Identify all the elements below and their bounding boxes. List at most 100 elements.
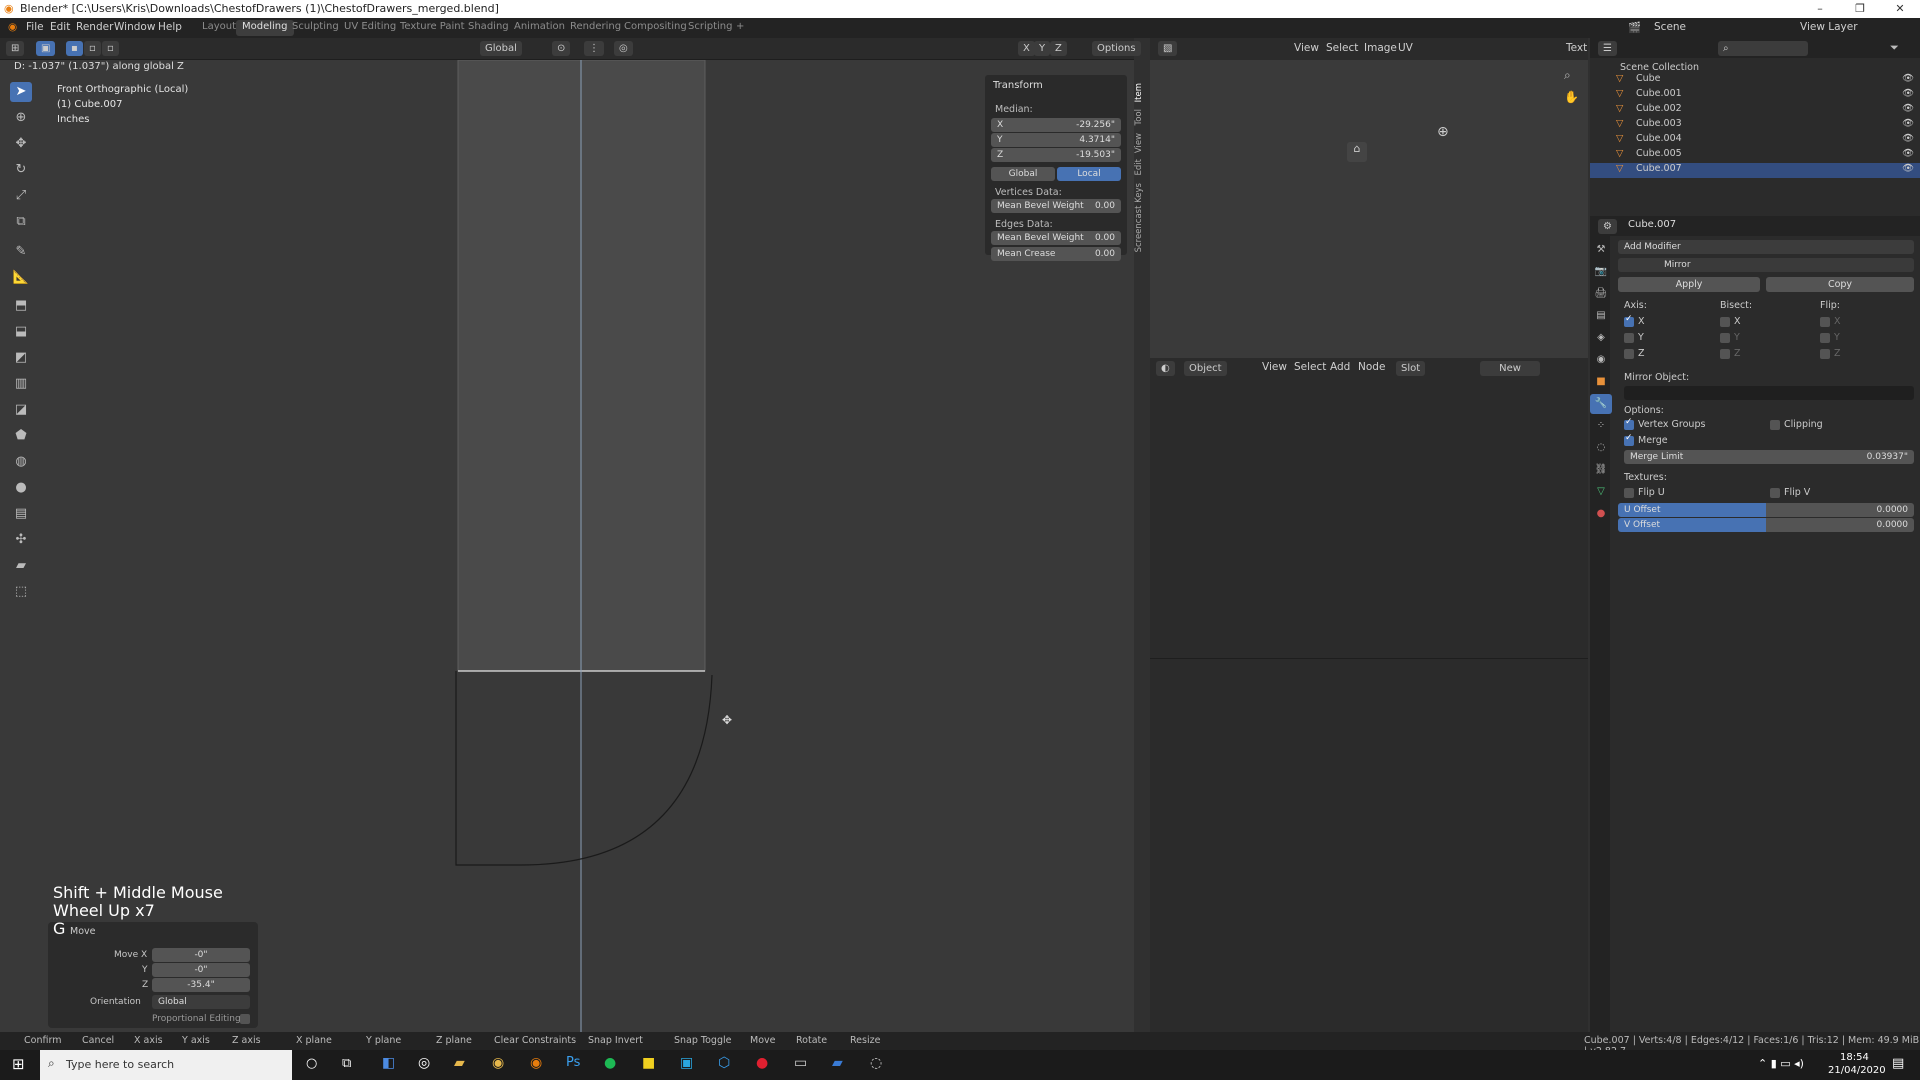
outliner-item-cube-003[interactable]: ▽ Cube.003 👁: [1590, 118, 1920, 133]
editor-type-button[interactable]: ▧: [1158, 41, 1178, 56]
outliner-item-cube[interactable]: ▽ Cube 👁: [1590, 73, 1920, 88]
v-offset-slider[interactable]: V Offset 0.0000: [1618, 518, 1914, 532]
knife-tool-icon[interactable]: ◪: [10, 400, 32, 420]
flip-u-checkbox[interactable]: [1624, 488, 1634, 498]
visibility-eye-icon[interactable]: 👁: [1902, 118, 1914, 129]
pivot-icon[interactable]: ⊙: [552, 41, 571, 56]
proportional-icon[interactable]: ◎: [614, 41, 633, 56]
data-tab-icon[interactable]: ▽: [1590, 482, 1612, 502]
menu-window[interactable]: Window: [114, 21, 155, 33]
app-icon-1[interactable]: ◧: [382, 1055, 395, 1071]
move-z-field[interactable]: -35.4": [152, 978, 250, 992]
outliner-search-input[interactable]: ⌕: [1718, 41, 1808, 56]
shear-tool-icon[interactable]: ▰: [10, 556, 32, 576]
axis-z-checkbox[interactable]: [1624, 349, 1634, 359]
filter-icon[interactable]: ⏷: [1890, 41, 1899, 55]
file-explorer-icon[interactable]: ▰: [454, 1055, 465, 1071]
mirror-z[interactable]: Z: [1050, 41, 1067, 56]
rotate-tool-icon[interactable]: ↻: [10, 160, 32, 180]
menu-add[interactable]: Add: [1330, 361, 1350, 373]
visibility-eye-icon[interactable]: 👁: [1902, 73, 1914, 84]
move-tool-icon[interactable]: ✥: [10, 134, 32, 154]
image-toolbar-icon[interactable]: ⌂: [1347, 142, 1367, 162]
sticky-notes-icon[interactable]: ■: [642, 1055, 655, 1071]
proportional-editing-checkbox[interactable]: [240, 1014, 250, 1024]
output-tab-icon[interactable]: 🖨: [1590, 284, 1612, 304]
tool-tab-icon[interactable]: ⚒: [1590, 240, 1612, 260]
shrink-tool-icon[interactable]: ✣: [10, 530, 32, 550]
task-view-icon[interactable]: ⧉: [342, 1056, 351, 1071]
tab-view[interactable]: View: [1134, 133, 1146, 153]
render-tab-icon[interactable]: 📷: [1590, 262, 1612, 282]
edge-bevel-weight-field[interactable]: Mean Bevel Weight 0.00: [991, 231, 1121, 245]
menu-view[interactable]: View: [1294, 42, 1319, 54]
image-editor[interactable]: ▧ View Select Image UV Text ⌕ ✋ ⊕ ⌂: [1150, 38, 1588, 358]
shader-mode-dropdown[interactable]: Object: [1184, 361, 1227, 376]
object-tab-icon[interactable]: ■: [1590, 372, 1612, 392]
smooth-tool-icon[interactable]: ●: [10, 478, 32, 498]
mirror-object-field[interactable]: [1624, 386, 1914, 400]
rip-tool-icon[interactable]: ⬚: [10, 582, 32, 602]
editor-type-button[interactable]: ☰: [1598, 41, 1617, 56]
app-icon-2[interactable]: ◎: [418, 1055, 430, 1071]
loopcut-tool-icon[interactable]: ▥: [10, 374, 32, 394]
scene-selector[interactable]: Scene: [1654, 21, 1686, 33]
bisect-y-checkbox[interactable]: [1720, 333, 1730, 343]
tab-edit[interactable]: Edit: [1134, 159, 1146, 175]
windows-start-icon[interactable]: ⊞: [12, 1055, 25, 1073]
minimize-button[interactable]: –: [1800, 0, 1840, 18]
local-toggle[interactable]: Local: [1057, 167, 1121, 181]
chrome-icon[interactable]: ◉: [492, 1055, 504, 1071]
transform-tool-icon[interactable]: ⧉: [10, 212, 32, 232]
tab-shading[interactable]: Shading: [462, 20, 515, 36]
menu-help[interactable]: Help: [158, 21, 182, 33]
physics-tab-icon[interactable]: ◌: [1590, 438, 1612, 458]
app-icon-7[interactable]: ▰: [832, 1055, 843, 1071]
material-tab-icon[interactable]: ●: [1590, 504, 1612, 524]
menu-select[interactable]: Select: [1326, 42, 1358, 54]
cursor-tool-icon[interactable]: ⊕: [10, 108, 32, 128]
flip-z-checkbox[interactable]: [1820, 349, 1830, 359]
visibility-eye-icon[interactable]: 👁: [1902, 148, 1914, 159]
outliner-item-cube-001[interactable]: ▽ Cube.001 👁: [1590, 88, 1920, 103]
visibility-eye-icon[interactable]: 👁: [1902, 163, 1914, 174]
edge-select-icon[interactable]: ▫: [84, 41, 101, 56]
tray-icons[interactable]: ⌃ ▮ ▭ ◂): [1758, 1057, 1804, 1070]
menu-image[interactable]: Image: [1364, 42, 1397, 54]
close-button[interactable]: ✕: [1880, 0, 1920, 18]
tab-uv-editing[interactable]: UV Editing: [338, 20, 402, 36]
zoom-icon[interactable]: ⌕: [1564, 68, 1571, 83]
face-select-icon[interactable]: ▫: [102, 41, 119, 56]
menu-uv[interactable]: UV: [1398, 42, 1413, 54]
menu-file[interactable]: File: [26, 21, 44, 33]
inset-tool-icon[interactable]: ⬓: [10, 322, 32, 342]
add-workspace-button[interactable]: +: [730, 20, 750, 36]
median-y-field[interactable]: Y 4.3714": [991, 133, 1121, 147]
flip-x-checkbox[interactable]: [1820, 317, 1830, 327]
vertex-bevel-weight-field[interactable]: Mean Bevel Weight 0.00: [991, 199, 1121, 213]
mirror-x[interactable]: X: [1018, 41, 1035, 56]
clock-time[interactable]: 18:54: [1840, 1052, 1869, 1063]
edge-slide-tool-icon[interactable]: ▤: [10, 504, 32, 524]
apply-button[interactable]: Apply: [1618, 277, 1760, 292]
particles-tab-icon[interactable]: ⁘: [1590, 416, 1612, 436]
photoshop-icon[interactable]: Ps: [566, 1055, 580, 1070]
measure-tool-icon[interactable]: 📐: [10, 268, 32, 288]
cortana-icon[interactable]: ○: [306, 1056, 317, 1071]
tab-texture-paint[interactable]: Texture Paint: [394, 20, 471, 36]
app-icon-8[interactable]: ◌: [870, 1055, 882, 1071]
snap-icon[interactable]: ⋮: [584, 41, 604, 56]
menu-render[interactable]: Render: [76, 21, 113, 33]
orientation-select[interactable]: Global: [152, 995, 250, 1009]
outliner-item-cube-007[interactable]: ▽ Cube.007 👁: [1590, 163, 1920, 178]
menu-edit[interactable]: Edit: [50, 21, 70, 33]
tab-text[interactable]: Text: [1566, 42, 1587, 54]
extrude-tool-icon[interactable]: ⬒: [10, 296, 32, 316]
mirror-modifier-header[interactable]: Mirror: [1618, 258, 1914, 272]
menu-select[interactable]: Select: [1294, 361, 1326, 373]
median-x-field[interactable]: X -29.256": [991, 118, 1121, 132]
view-layer-tab-icon[interactable]: ▤: [1590, 306, 1612, 326]
flip-y-checkbox[interactable]: [1820, 333, 1830, 343]
select-box-icon[interactable]: ▣: [36, 41, 56, 56]
editor-type-button[interactable]: ◐: [1156, 361, 1175, 376]
